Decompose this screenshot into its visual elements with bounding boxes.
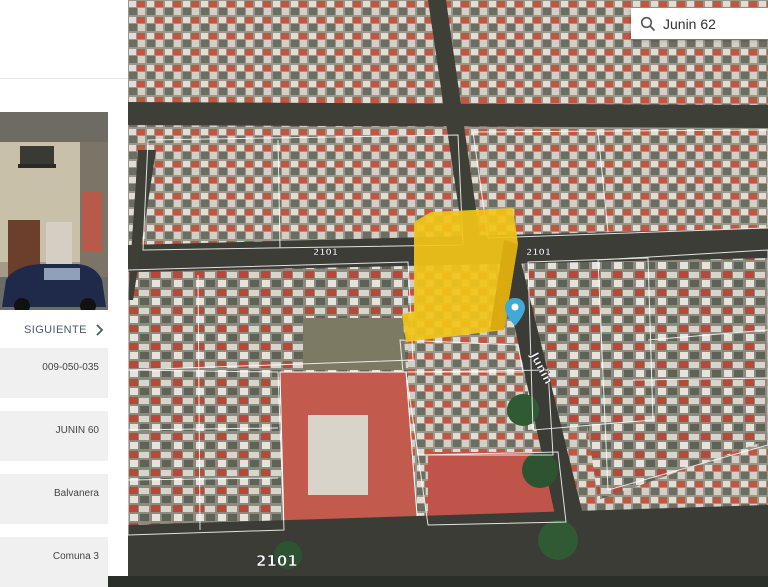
info-panel: SIGUIENTE 009-050-035 JUNIN 60 Balvanera… [0,0,128,587]
street-label-2101-bottom: 2101 [256,552,298,570]
search-box[interactable] [631,8,768,39]
aerial-imagery: 2101 2101 2101 Junin [128,0,768,576]
search-input[interactable] [663,15,753,32]
panel-header [0,0,128,79]
field-parcel-id-value: 009-050-035 [42,362,99,373]
street-photo[interactable] [0,112,108,310]
field-neighborhood-value: Balvanera [53,488,99,499]
facade-image [0,112,108,310]
map-view[interactable]: 2101 2101 2101 Junin [128,0,768,576]
field-commune-value: Comuna 3 [52,551,99,562]
field-parcel-id: 009-050-035 [0,348,108,398]
field-neighborhood: Balvanera [0,474,108,524]
chevron-right-icon [96,324,104,336]
search-icon [640,16,656,31]
next-button[interactable]: SIGUIENTE [24,322,105,338]
street-label-2101-top: 2101 [313,248,338,258]
street-label-2101-right: 2101 [526,248,551,258]
field-address-value: JUNIN 60 [55,425,99,436]
highlighted-building[interactable] [402,208,518,342]
field-address: JUNIN 60 [0,411,108,461]
next-button-label: SIGUIENTE [24,324,87,336]
field-commune: Comuna 3 [0,537,108,587]
